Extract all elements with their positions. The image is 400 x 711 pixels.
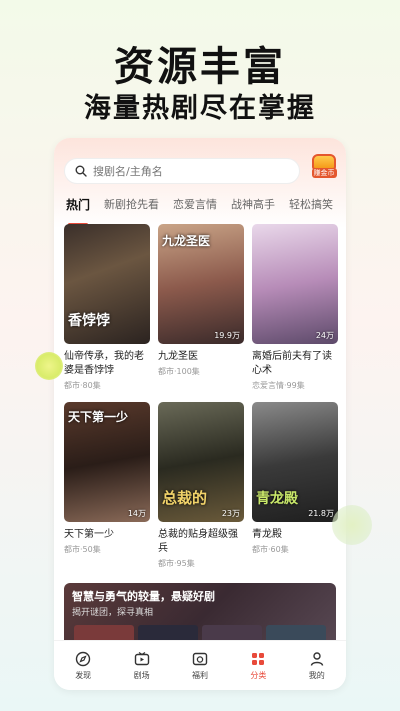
tab-romance[interactable]: 恋爱言情 bbox=[173, 196, 217, 220]
nav-theater[interactable]: 剧场 bbox=[120, 651, 164, 681]
drama-card[interactable]: 九龙圣医 19.9万 九龙圣医 都市·100集 bbox=[158, 224, 244, 377]
poster-title-art: 九龙圣医 bbox=[162, 234, 211, 248]
drama-title[interactable]: 离婚后前夫有了读心术 bbox=[252, 350, 338, 378]
search-bar[interactable] bbox=[64, 158, 300, 184]
gift-icon bbox=[192, 651, 208, 667]
nav-label: 福利 bbox=[191, 670, 208, 680]
drama-title[interactable]: 青龙殿 bbox=[252, 528, 338, 542]
view-count: 23万 bbox=[221, 509, 240, 518]
nav-label: 发现 bbox=[75, 670, 92, 680]
drama-card[interactable]: 青龙殿 21.8万 青龙殿 都市·60集 bbox=[252, 402, 338, 555]
drama-meta: 都市·50集 bbox=[64, 545, 101, 554]
drama-meta: 都市·80集 bbox=[64, 381, 101, 390]
category-tabs: 热门 新剧抢先看 恋爱言情 战神高手 轻松搞笑 bbox=[66, 196, 346, 226]
drama-card[interactable]: 总裁的 23万 总裁的贴身超级强兵 都市·95集 bbox=[158, 402, 244, 569]
nav-label: 分类 bbox=[250, 670, 267, 680]
decorative-dot bbox=[35, 352, 63, 380]
tv-icon bbox=[134, 651, 150, 667]
drama-title[interactable]: 总裁的贴身超级强兵 bbox=[158, 528, 244, 556]
nav-welfare[interactable]: 福利 bbox=[178, 651, 222, 681]
drama-poster[interactable]: 九龙圣医 19.9万 bbox=[158, 224, 244, 344]
drama-meta: 恋爱言情·99集 bbox=[252, 381, 305, 390]
drama-meta: 都市·100集 bbox=[158, 367, 200, 376]
tab-war-god[interactable]: 战神高手 bbox=[231, 196, 275, 220]
search-input[interactable] bbox=[93, 164, 283, 178]
tab-comedy[interactable]: 轻松搞笑 bbox=[289, 196, 333, 220]
poster-title-art: 香饽饽 bbox=[68, 313, 110, 329]
drama-title[interactable]: 九龙圣医 bbox=[158, 350, 244, 364]
poster-title-art: 天下第一少 bbox=[68, 410, 129, 424]
drama-poster[interactable]: 香饽饽 bbox=[64, 224, 150, 344]
view-count: 21.8万 bbox=[308, 509, 334, 518]
view-count: 14万 bbox=[127, 509, 146, 518]
decorative-dot bbox=[332, 505, 372, 545]
poster-title-art: 总裁的 bbox=[162, 489, 208, 507]
app-screen: 赚金币 热门 新剧抢先看 恋爱言情 战神高手 轻松搞笑 香饽饽 仙帝传承，我的老… bbox=[54, 138, 346, 690]
poster-title-art: 青龙殿 bbox=[256, 491, 298, 507]
drama-poster[interactable]: 总裁的 23万 bbox=[158, 402, 244, 522]
drama-meta: 都市·60集 bbox=[252, 545, 289, 554]
earn-coins-label: 赚金币 bbox=[311, 168, 337, 178]
nav-category[interactable]: 分类 bbox=[236, 651, 280, 681]
drama-card[interactable]: 24万 离婚后前夫有了读心术 恋爱言情·99集 bbox=[252, 224, 338, 391]
promo-title: 资源丰富 bbox=[114, 44, 286, 90]
drama-meta: 都市·95集 bbox=[158, 559, 195, 568]
promo-subtitle: 海量热剧尽在掌握 bbox=[84, 93, 316, 124]
drama-poster[interactable]: 天下第一少 14万 bbox=[64, 402, 150, 522]
drama-card[interactable]: 天下第一少 14万 天下第一少 都市·50集 bbox=[64, 402, 150, 555]
drama-card[interactable]: 香饽饽 仙帝传承，我的老婆是香饽饽 都市·80集 bbox=[64, 224, 150, 391]
nav-label: 剧场 bbox=[133, 670, 150, 680]
earn-coins-button[interactable]: 赚金币 bbox=[309, 154, 339, 184]
tab-hot[interactable]: 热门 bbox=[66, 196, 90, 226]
drama-title[interactable]: 仙帝传承，我的老婆是香饽饽 bbox=[64, 350, 150, 378]
drama-poster[interactable]: 24万 bbox=[252, 224, 338, 344]
banner-title: 智慧与勇气的较量，悬疑好剧 bbox=[72, 590, 215, 603]
search-icon bbox=[75, 165, 87, 177]
view-count: 19.9万 bbox=[214, 331, 240, 340]
tab-new-release[interactable]: 新剧抢先看 bbox=[104, 196, 159, 220]
grid-icon bbox=[250, 651, 266, 667]
view-count: 24万 bbox=[315, 331, 334, 340]
nav-label: 我的 bbox=[308, 670, 325, 680]
person-icon bbox=[309, 651, 325, 667]
drama-poster[interactable]: 青龙殿 21.8万 bbox=[252, 402, 338, 522]
nav-discover[interactable]: 发现 bbox=[61, 651, 105, 681]
bottom-navigation: 发现 剧场 福利 分类 我的 bbox=[54, 640, 346, 690]
nav-profile[interactable]: 我的 bbox=[295, 651, 339, 681]
banner-subtitle: 揭开谜团，探寻真相 bbox=[72, 608, 154, 618]
drama-title[interactable]: 天下第一少 bbox=[64, 528, 150, 542]
compass-icon bbox=[75, 651, 91, 667]
